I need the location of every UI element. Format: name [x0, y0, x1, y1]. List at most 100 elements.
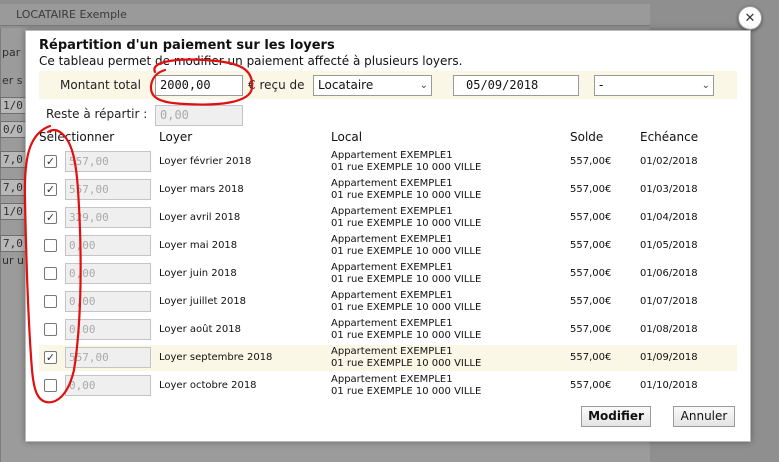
local-name-cell: Appartement EXEMPLE1	[331, 346, 453, 357]
allocated-amount-input[interactable]: 329,00	[65, 207, 151, 228]
background-fragment: 1/0	[0, 203, 26, 220]
local-address-cell: 01 rue EXEMPLE 10 000 VILLE	[331, 218, 482, 229]
montant-total-input[interactable]: 2000,00	[155, 75, 243, 96]
dialog-description: Ce tableau permet de modifier un paiemen…	[39, 54, 463, 68]
echeance-cell: 01/10/2018	[640, 380, 698, 391]
echeance-cell: 01/07/2018	[640, 296, 698, 307]
allocated-amount-input[interactable]: 557,00	[65, 151, 151, 172]
select-checkbox[interactable]	[44, 239, 57, 252]
column-header-echeance: Echéance	[640, 130, 699, 144]
table-row: 0,00 Loyer juillet 2018 Appartement EXEMPL…	[39, 289, 737, 315]
background-fragment: ur u	[2, 254, 24, 267]
select-checkbox[interactable]: ✓	[44, 183, 57, 196]
solde-cell: 557,00€	[570, 212, 612, 223]
background-fragment: 7,0	[0, 235, 26, 252]
select-checkbox[interactable]	[44, 379, 57, 392]
echeance-cell: 01/03/2018	[640, 184, 698, 195]
echeance-cell: 01/06/2018	[640, 268, 698, 279]
extra-select[interactable]: - ⌄	[594, 75, 714, 96]
reste-a-repartir-input: 0,00	[155, 105, 243, 126]
background-fragment: 7,0	[0, 151, 26, 168]
select-checkbox[interactable]	[44, 323, 57, 336]
table-row: ✓ 329,00 Loyer avril 2018 Appartement EXEMP…	[39, 205, 737, 231]
solde-cell: 557,00€	[570, 296, 612, 307]
background-fragment: 7,0	[0, 179, 26, 196]
solde-cell: 557,00€	[570, 324, 612, 335]
background-fragment: 0/0	[0, 121, 26, 138]
echeance-cell: 01/09/2018	[640, 352, 698, 363]
payment-date-input[interactable]: 05/09/2018	[453, 75, 579, 96]
payment-distribution-dialog: Répartition d'un paiement sur les loyers…	[25, 30, 751, 442]
column-header-loyer: Loyer	[159, 130, 193, 144]
echeance-cell: 01/04/2018	[640, 212, 698, 223]
allocated-amount-input[interactable]: 0,00	[65, 263, 151, 284]
allocated-amount-input[interactable]: 0,00	[65, 291, 151, 312]
table-row: ✓ 557,00 Loyer février 2018 Appartement EXE…	[39, 149, 737, 175]
solde-cell: 557,00€	[570, 240, 612, 251]
echeance-cell: 01/05/2018	[640, 240, 698, 251]
column-header-selectionner: Sélectionner	[39, 130, 115, 144]
table-row: 0,00 Loyer octobre 2018 Appartement EXEMPL…	[39, 373, 737, 399]
local-name-cell: Appartement EXEMPLE1	[331, 290, 453, 301]
payer-select[interactable]: Locataire ⌄	[313, 75, 432, 96]
local-name-cell: Appartement EXEMPLE1	[331, 150, 453, 161]
annuler-button[interactable]: Annuler	[673, 406, 735, 427]
local-address-cell: 01 rue EXEMPLE 10 000 VILLE	[331, 358, 482, 369]
local-name-cell: Appartement EXEMPLE1	[331, 206, 453, 217]
table-row: ✓ 557,00 Loyer mars 2018 Appartement EXEMPL…	[39, 177, 737, 203]
allocated-amount-input[interactable]: 557,00	[65, 347, 151, 368]
select-checkbox[interactable]: ✓	[44, 155, 57, 168]
allocated-amount-input[interactable]: 0,00	[65, 319, 151, 340]
allocated-amount-input[interactable]: 0,00	[65, 375, 151, 396]
loyer-cell: Loyer septembre 2018	[159, 352, 273, 363]
local-address-cell: 01 rue EXEMPLE 10 000 VILLE	[331, 190, 482, 201]
background-window-title: LOCATAIRE Exemple	[0, 4, 650, 26]
local-name-cell: Appartement EXEMPLE1	[331, 318, 453, 329]
modifier-button[interactable]: Modifier	[581, 406, 651, 427]
local-address-cell: 01 rue EXEMPLE 10 000 VILLE	[331, 302, 482, 313]
loyer-cell: Loyer juillet 2018	[159, 296, 247, 307]
column-header-local: Local	[331, 130, 363, 144]
solde-cell: 557,00€	[570, 352, 612, 363]
background-fragment: par	[2, 46, 21, 59]
local-address-cell: 01 rue EXEMPLE 10 000 VILLE	[331, 386, 482, 397]
reste-a-repartir-label: Reste à répartir :	[46, 107, 148, 121]
echeance-cell: 01/08/2018	[640, 324, 698, 335]
background-fragment: er s	[2, 74, 23, 87]
local-address-cell: 01 rue EXEMPLE 10 000 VILLE	[331, 162, 482, 173]
allocated-amount-input[interactable]: 557,00	[65, 179, 151, 200]
table-row: ✓ 557,00 Loyer septembre 2018 Appartement E…	[39, 345, 737, 371]
solde-cell: 557,00€	[570, 380, 612, 391]
local-address-cell: 01 rue EXEMPLE 10 000 VILLE	[331, 330, 482, 341]
loyer-cell: Loyer mars 2018	[159, 184, 244, 195]
table-row: 0,00 Loyer mai 2018 Appartement EXEMPLE1 01…	[39, 233, 737, 259]
local-name-cell: Appartement EXEMPLE1	[331, 234, 453, 245]
local-name-cell: Appartement EXEMPLE1	[331, 178, 453, 189]
solde-cell: 557,00€	[570, 156, 612, 167]
select-checkbox[interactable]	[44, 295, 57, 308]
select-checkbox[interactable]: ✓	[44, 351, 57, 364]
recu-de-label: € reçu de	[248, 78, 305, 92]
dialog-title: Répartition d'un paiement sur les loyers	[39, 38, 335, 53]
chevron-down-icon: ⌄	[701, 80, 710, 91]
loyer-cell: Loyer août 2018	[159, 324, 242, 335]
extra-select-value: -	[599, 78, 604, 92]
solde-cell: 557,00€	[570, 268, 612, 279]
loyer-cell: Loyer juin 2018	[159, 268, 237, 279]
solde-cell: 557,00€	[570, 184, 612, 195]
local-address-cell: 01 rue EXEMPLE 10 000 VILLE	[331, 246, 482, 257]
select-checkbox[interactable]	[44, 267, 57, 280]
local-name-cell: Appartement EXEMPLE1	[331, 374, 453, 385]
column-header-solde: Solde	[570, 130, 604, 144]
loyer-cell: Loyer mai 2018	[159, 240, 238, 251]
loyer-cell: Loyer octobre 2018	[159, 380, 257, 391]
table-row: 0,00 Loyer août 2018 Appartement EXEMPLE1 0…	[39, 317, 737, 343]
chevron-down-icon: ⌄	[419, 80, 428, 91]
loyer-cell: Loyer avril 2018	[159, 212, 241, 223]
allocated-amount-input[interactable]: 0,00	[65, 235, 151, 256]
close-icon[interactable]: ✕	[738, 6, 762, 30]
loyer-cell: Loyer février 2018	[159, 156, 252, 167]
payer-select-value: Locataire	[318, 78, 374, 92]
select-checkbox[interactable]: ✓	[44, 211, 57, 224]
montant-total-label: Montant total	[60, 78, 141, 92]
